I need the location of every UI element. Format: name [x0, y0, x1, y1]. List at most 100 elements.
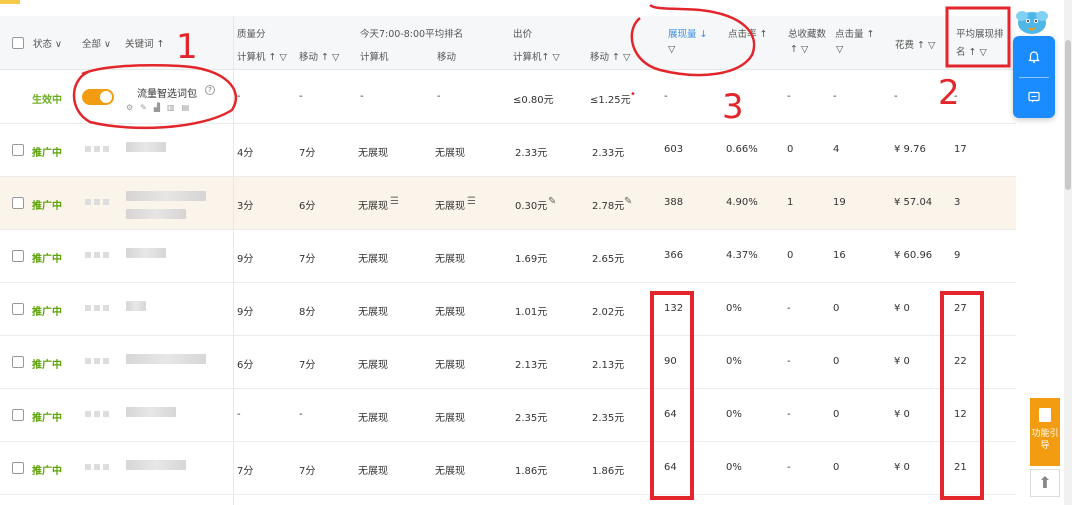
keyword-blurred[interactable] [126, 209, 186, 219]
table-row: 推广中 9分 7分 无展现 无展现 1.69元 2.65元 366 4.37% 0 16 ¥ 60.9… [0, 230, 1016, 283]
select-all-checkbox[interactable] [12, 37, 24, 49]
clicks-header[interactable]: 点击量 ↑ [835, 26, 874, 40]
table-row: 推广中 9分 8分 无展现 无展现 1.01元 2.02元 132 0% - 0 ¥ 0 27 [0, 283, 1016, 336]
row-status[interactable]: 推广中 [32, 144, 62, 159]
ctr-header[interactable]: 点击率 ↑ [728, 26, 767, 40]
quality-mobile-header[interactable]: 移动 ↑ ▽ [299, 49, 339, 63]
cell-cost: ¥ 0 [894, 356, 910, 367]
row-checkbox[interactable] [12, 197, 24, 209]
status-filter[interactable]: 状态 ∨ [33, 36, 62, 50]
favorites-header[interactable]: 总收藏数 [788, 26, 826, 40]
cell-impressions: 132 [664, 303, 684, 314]
cell-bid-pc[interactable]: 1.69元 [515, 250, 547, 265]
impressions-header[interactable]: 展现量 ↓ [668, 26, 707, 40]
cell-rank-mobile: 无展现 [435, 360, 465, 371]
bid-pc-header[interactable]: 计算机↑ ▽ [513, 49, 560, 63]
cell-impressions: - [664, 91, 668, 102]
table-row: 推广中 4分 7分 无展现 无展现 2.33元 2.33元 603 0.66% 0 4 ¥ 9.76 1… [0, 124, 1016, 177]
package-name[interactable]: 流量智选词包 [137, 85, 197, 100]
row-checkbox[interactable] [12, 250, 24, 262]
cell-ctr: 0% [726, 462, 742, 473]
rank-list-icon[interactable]: ☰ [390, 196, 399, 207]
cell-bid-pc[interactable]: 0.30元 [515, 197, 547, 212]
cell-favorites: 1 [787, 197, 794, 208]
cell-bid-mobile[interactable]: 2.33元 [592, 144, 624, 159]
row-checkbox[interactable] [12, 303, 24, 315]
row-status[interactable]: 推广中 [32, 250, 62, 265]
edit-icon[interactable]: ✎ [548, 196, 556, 207]
row-checkbox[interactable] [12, 356, 24, 368]
keyword-blurred[interactable] [126, 142, 166, 152]
rank-mobile-header: 移动 [437, 52, 457, 63]
keyword-blurred[interactable] [126, 301, 146, 311]
signal-icon[interactable]: ▟ [154, 103, 160, 112]
cell-bid-pc[interactable]: 1.01元 [515, 303, 547, 318]
impressions-filter-icon[interactable]: ▽ [668, 44, 675, 55]
keyword-blurred[interactable] [126, 191, 206, 201]
cell-clicks: 16 [833, 250, 846, 261]
keyword-blurred[interactable] [126, 354, 206, 364]
avg-rank-header[interactable]: 平均展现排 [956, 26, 1004, 40]
cell-bid-pc[interactable]: ≤0.80元 [513, 91, 554, 106]
cell-bid-mobile[interactable]: 2.35元 [592, 409, 624, 424]
help-icon[interactable]: ? [205, 85, 215, 95]
feature-guide-button[interactable]: 功能引导 [1030, 398, 1060, 466]
row-status[interactable]: 推广中 [32, 303, 62, 318]
cell-bid-mobile[interactable]: 2.02元 [592, 303, 624, 318]
cell-bid-mobile[interactable]: ≤1.25元 [590, 91, 631, 106]
settings-icon[interactable]: ⚙ [126, 103, 133, 112]
cell-clicks: 0 [833, 356, 840, 367]
cell-ctr: 4.37% [726, 250, 758, 261]
bar-chart-icon[interactable]: ▥ [167, 103, 175, 112]
bid-mobile-header[interactable]: 移动 ↑ ▽ [590, 49, 630, 63]
cell-ctr: 0% [726, 356, 742, 367]
cell-quality-pc: 9分 [237, 254, 254, 265]
favorites-sort[interactable]: ↑ ▽ [790, 44, 808, 55]
scrollbar-thumb[interactable] [1065, 40, 1071, 190]
cell-quality-pc: 7分 [237, 466, 254, 477]
row-status[interactable]: 推广中 [32, 197, 62, 212]
clipboard-icon[interactable]: ▤ [182, 103, 190, 112]
keyword-blurred[interactable] [126, 248, 166, 258]
cost-header[interactable]: 花费 ↑ ▽ [895, 37, 935, 51]
cell-rank-pc: 无展现 [358, 413, 388, 424]
wrench-icon[interactable]: ✎ [140, 103, 147, 112]
cell-bid-mobile[interactable]: 2.78元 [592, 197, 624, 212]
row-status[interactable]: 推广中 [32, 462, 62, 477]
clicks-filter-icon[interactable]: ▽ [836, 44, 843, 55]
avg-rank-sort[interactable]: 名 ↑ ▽ [956, 44, 987, 58]
cell-bid-pc[interactable]: 2.13元 [515, 356, 547, 371]
package-toggle[interactable] [82, 89, 114, 105]
cell-ctr: 0.66% [726, 144, 758, 155]
mascot-icon[interactable] [1014, 6, 1050, 36]
cell-bid-pc[interactable]: 1.86元 [515, 462, 547, 477]
package-row: 生效中 流量智选词包 ? ⚙ ✎ ▟ ▥ ▤ - - - - ≤0.80元 ≤1… [0, 70, 1016, 124]
all-filter[interactable]: 全部 ∨ [82, 36, 111, 50]
cell-bid-pc[interactable]: 2.35元 [515, 409, 547, 424]
keyword-header[interactable]: 关键词 ↑ [125, 36, 164, 50]
row-checkbox[interactable] [12, 409, 24, 421]
cell-avg-rank: - [954, 91, 958, 102]
row-status[interactable]: 推广中 [32, 356, 62, 371]
cell-bid-mobile[interactable]: 1.86元 [592, 462, 624, 477]
rank-list-icon[interactable]: ☰ [467, 196, 476, 207]
quality-pc-header[interactable]: 计算机 ↑ ▽ [237, 49, 287, 63]
row-checkbox[interactable] [12, 462, 24, 474]
cell-favorites: 0 [787, 144, 794, 155]
keyword-blurred[interactable] [126, 460, 186, 470]
cell-impressions: 388 [664, 197, 684, 208]
cell-bid-mobile[interactable]: 2.65元 [592, 250, 624, 265]
bell-icon[interactable] [1027, 50, 1041, 64]
keyword-blurred[interactable] [126, 407, 176, 417]
chat-icon[interactable] [1027, 90, 1041, 104]
cell-avg-rank: 3 [954, 197, 961, 208]
row-status[interactable]: 推广中 [32, 409, 62, 424]
scrollbar[interactable] [1064, 0, 1072, 505]
cell-avg-rank: 22 [954, 356, 967, 367]
cell-bid-pc[interactable]: 2.33元 [515, 144, 547, 159]
cell-bid-mobile[interactable]: 2.13元 [592, 356, 624, 371]
edit-icon[interactable]: ✎ [624, 196, 632, 207]
row-checkbox[interactable] [12, 144, 24, 156]
back-to-top-button[interactable]: ⬆ [1030, 469, 1060, 497]
cell-clicks: 4 [833, 144, 840, 155]
